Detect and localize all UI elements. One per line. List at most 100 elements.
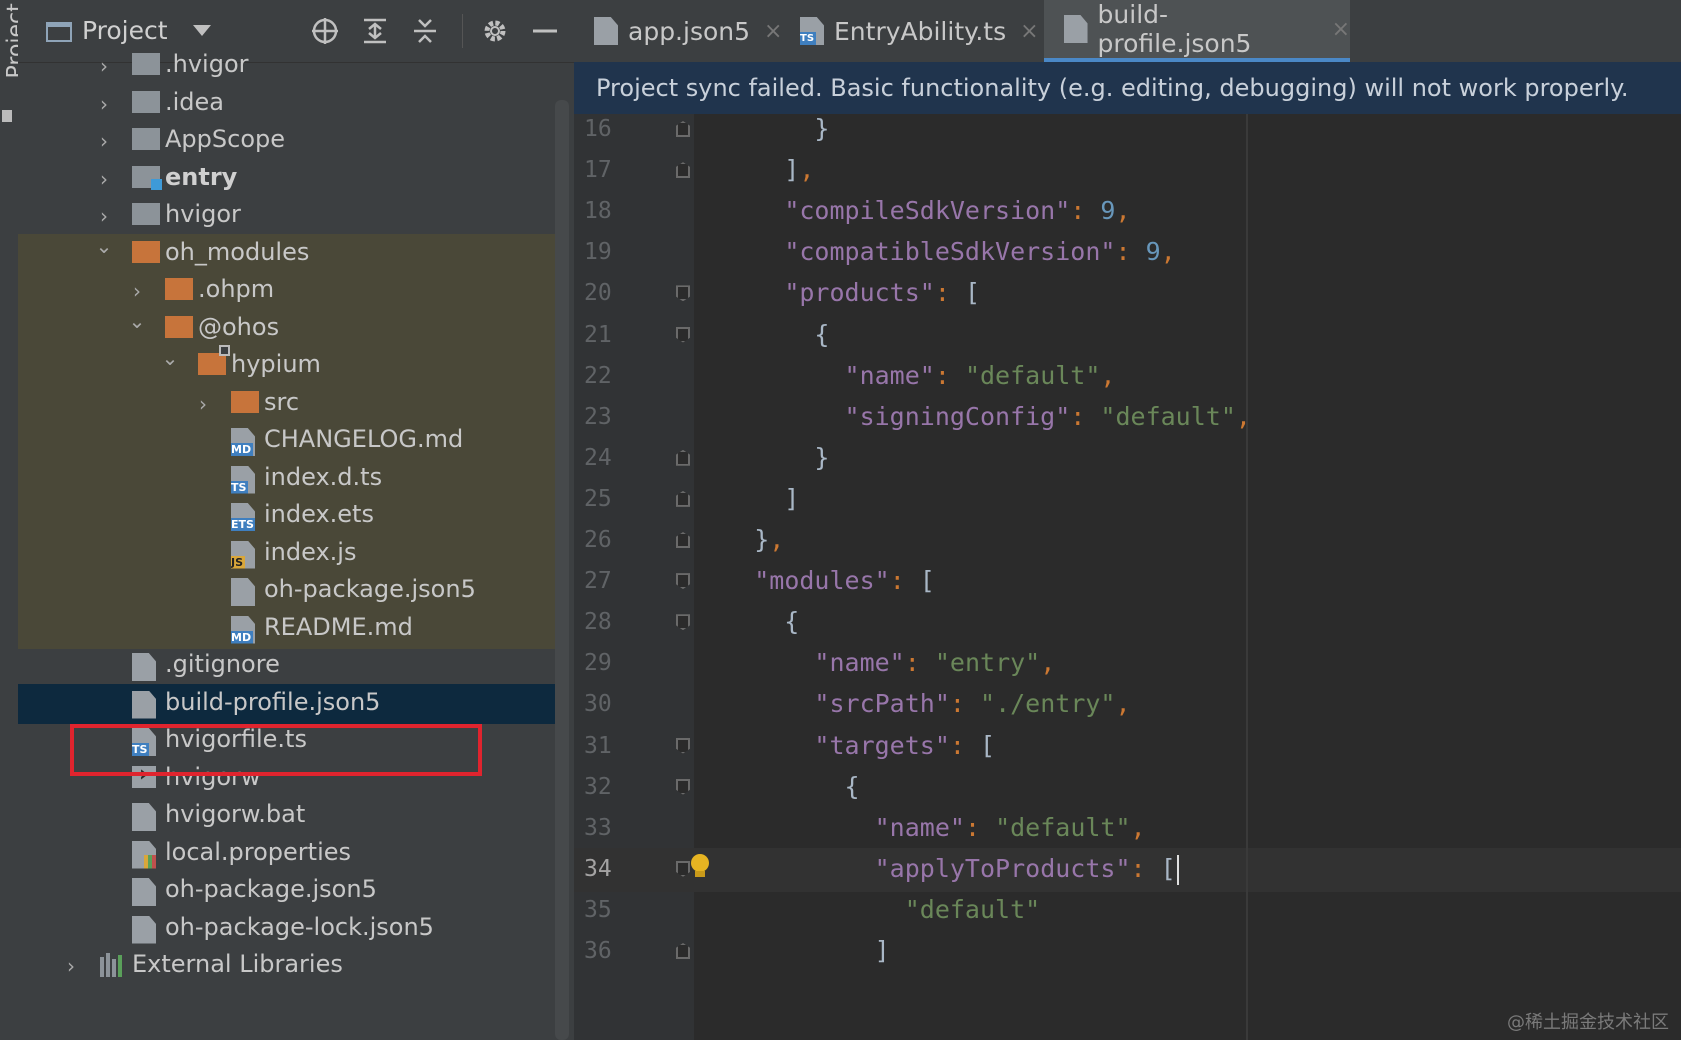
tree-item-index-js[interactable]: JS index.js <box>18 533 555 574</box>
code-line[interactable]: 23 "signingConfig": "default", <box>584 396 1681 440</box>
code-line[interactable]: 27 "modules": [ <box>584 560 1681 604</box>
tab-label: EntryAbility.ts <box>834 16 1007 46</box>
close-icon[interactable]: × <box>1332 17 1350 42</box>
tree-item-oh-modules[interactable]: ⌄ oh_modules <box>18 233 555 274</box>
tree-item-gitignore[interactable]: .gitignore <box>18 646 555 686</box>
close-icon[interactable]: × <box>1020 19 1038 44</box>
tab-app-json5[interactable]: app.json5 × <box>594 0 782 62</box>
code-line[interactable]: 19 "compatibleSdkVersion": 9, <box>584 231 1681 275</box>
file-js-icon: JS <box>231 540 255 569</box>
chevron-right-icon[interactable]: › <box>96 204 112 228</box>
chevron-right-icon[interactable]: › <box>195 392 211 416</box>
tree-item-entry[interactable]: › entry <box>18 159 555 199</box>
tree-item-label: index.d.ts <box>264 462 383 491</box>
line-number: 33 <box>584 814 612 841</box>
chevron-right-icon[interactable]: › <box>96 129 112 153</box>
chevron-down-icon[interactable]: ⌄ <box>162 346 179 370</box>
code-text: } <box>694 114 830 143</box>
collapse-all-icon[interactable] <box>408 14 442 48</box>
expand-all-icon[interactable] <box>358 14 392 48</box>
code-line[interactable]: 18 "compileSdkVersion": 9, <box>584 190 1681 234</box>
folder-icon <box>132 240 160 263</box>
file-text-icon <box>132 803 156 831</box>
code-line[interactable]: 30 "srcPath": "./entry", <box>584 683 1681 727</box>
chevron-right-icon[interactable]: › <box>96 167 112 191</box>
code-line[interactable]: 25 ] <box>584 478 1681 522</box>
chevron-down-icon[interactable]: ⌄ <box>96 234 113 258</box>
gear-icon[interactable] <box>478 14 512 48</box>
code-text: } <box>694 442 830 472</box>
code-text: ], <box>694 155 815 185</box>
code-line[interactable]: 36 ] <box>584 930 1681 974</box>
tree-item-label: oh-package.json5 <box>264 575 476 603</box>
chevron-right-icon[interactable]: › <box>129 279 145 303</box>
tree-item-ohpm[interactable]: › .ohpm <box>18 271 555 311</box>
line-number: 18 <box>584 198 612 225</box>
chevron-down-icon[interactable]: ⌄ <box>129 309 146 333</box>
code-text: "default" <box>904 894 1041 924</box>
code-text: { <box>694 319 830 349</box>
chevron-right-icon[interactable]: › <box>96 54 112 78</box>
tab-entryability-ts[interactable]: TS EntryAbility.ts × <box>800 0 1039 62</box>
tree-item-hvigorw-bat[interactable]: hvigorw.bat <box>18 796 555 836</box>
code-line[interactable]: 20 "products": [ <box>584 272 1681 316</box>
code-line[interactable]: 26 }, <box>584 519 1681 563</box>
tree-item-label: index.js <box>264 537 357 566</box>
code-line[interactable]: 17 ], <box>584 149 1681 193</box>
project-view-selector[interactable]: Project <box>82 16 168 45</box>
tree-item-index-ets[interactable]: ETS index.ets <box>18 496 555 536</box>
code-line[interactable]: 32 { <box>584 766 1681 810</box>
code-text: "targets": [ <box>814 730 996 760</box>
tree-item-hvigor[interactable]: › hvigor <box>18 196 555 236</box>
file-ts-icon: TS <box>231 465 255 494</box>
code-line[interactable]: 16 } <box>584 108 1681 152</box>
watermark: @稀土掘金技术社区 <box>1507 1012 1669 1033</box>
tree-item-ohos[interactable]: ⌄ @ohos <box>18 308 555 349</box>
tree-item-oh-package-json5[interactable]: oh-package.json5 <box>18 871 555 911</box>
close-icon[interactable]: × <box>764 19 782 44</box>
tree-item-oh-package-json5[interactable]: oh-package.json5 <box>18 571 555 611</box>
tree-item-appscope[interactable]: › AppScope <box>18 121 555 161</box>
code-line[interactable]: 34 "applyToProducts": [ <box>574 847 1681 892</box>
tree-item-local-properties[interactable]: local.properties <box>18 834 555 874</box>
tool-window-strip[interactable]: Project <box>0 0 29 1040</box>
text-caret <box>1176 854 1179 885</box>
code-line[interactable]: 35 "default" <box>584 889 1681 933</box>
tree-item-readme-md[interactable]: MD README.md <box>18 608 555 649</box>
tree-item-idea[interactable]: › .idea <box>18 84 555 124</box>
tree-item-hvigor[interactable]: › .hvigor <box>18 46 555 86</box>
hide-panel-icon[interactable] <box>528 14 562 48</box>
tree-item-oh-package-lock-json5[interactable]: oh-package-lock.json5 <box>18 909 555 949</box>
tree-item-changelog-md[interactable]: MD CHANGELOG.md <box>18 421 555 461</box>
code-text: "signingConfig": "default", <box>844 401 1251 431</box>
code-line[interactable]: 28 { <box>584 601 1681 645</box>
tab-label: build-profile.json5 <box>1097 0 1252 58</box>
line-number: 30 <box>584 691 612 718</box>
file-json5-icon <box>132 878 156 906</box>
tree-item-index-d-ts[interactable]: TS index.d.ts <box>18 458 555 499</box>
tree-item-external-libraries[interactable]: › External Libraries <box>18 946 555 986</box>
chevron-right-icon[interactable]: › <box>63 954 79 978</box>
tree-item-label: README.md <box>264 612 413 641</box>
module-folder-icon <box>132 165 162 190</box>
code-text: ] <box>694 936 890 965</box>
code-line[interactable]: 29 "name": "entry", <box>584 642 1681 686</box>
tree-item-hypium[interactable]: ⌄ hypium <box>18 345 555 386</box>
code-line[interactable]: 31 "targets": [ <box>584 725 1681 769</box>
chevron-down-icon[interactable] <box>193 25 211 36</box>
locate-file-icon[interactable] <box>308 14 342 48</box>
code-area[interactable]: 16 } 17 ], 18 "compileSdkVersion": 9, 19 "c… <box>574 114 1681 1040</box>
code-line[interactable]: 24 } <box>584 437 1681 481</box>
libraries-icon <box>99 953 127 981</box>
code-line[interactable]: 33 "name": "default", <box>584 807 1681 851</box>
code-line[interactable]: 22 "name": "default", <box>584 355 1681 399</box>
tree-item-src[interactable]: › src <box>18 383 555 424</box>
tree-item-build-profile-json5[interactable]: build-profile.json5 <box>18 683 555 724</box>
line-number: 24 <box>584 444 612 471</box>
tree-scrollbar[interactable] <box>555 100 569 1040</box>
line-number: 35 <box>584 896 612 923</box>
tab-build-profile-json5[interactable]: build-profile.json5 × <box>1044 0 1350 62</box>
code-line[interactable]: 21 { <box>584 314 1681 358</box>
tree-item-label: oh_modules <box>165 237 310 266</box>
chevron-right-icon[interactable]: › <box>96 92 112 116</box>
